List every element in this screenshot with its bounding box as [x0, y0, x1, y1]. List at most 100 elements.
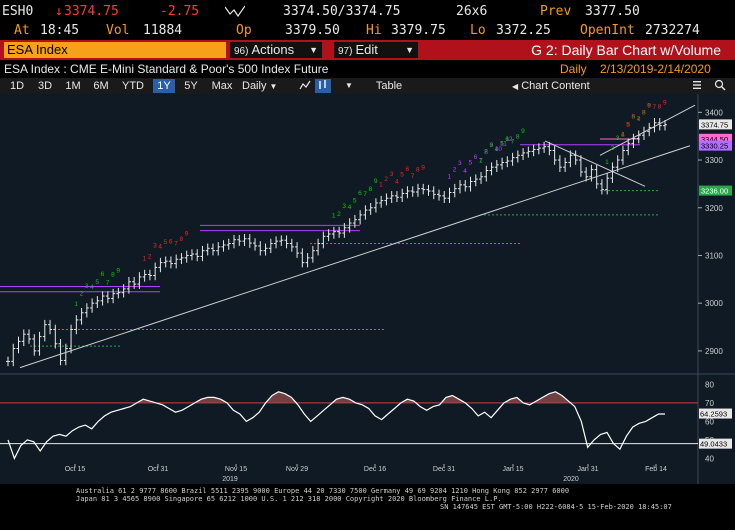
footer-line-2: Japan 81 3 4565 8900 Singapore 65 6212 1… — [76, 495, 502, 503]
x-tick-label: Nov 15 — [225, 466, 247, 473]
td-count-red: 2 — [148, 254, 152, 261]
x-tick-label: Nov 29 — [286, 466, 308, 473]
td-count-green: 3 — [85, 283, 89, 290]
function-header-bar: ESA Index 96) Actions ▼ 97) Edit ▼ G 2: Dail… — [0, 40, 735, 60]
td-count-green: 8 — [111, 272, 115, 279]
chart-panel[interactable]: 34003300320031003000290080706050403374.7… — [0, 94, 735, 484]
chart-toolbar: 1D 3D 1M 6M YTD 1Y 5Y Max Daily ▼ ▼ Table… — [0, 78, 735, 94]
td-count-red: 3 — [153, 242, 157, 249]
td-count-red: 9 — [421, 165, 425, 172]
td-count-green: 5 — [500, 140, 504, 147]
td-count-green: 1 — [74, 301, 78, 308]
vol-label: Vol — [106, 23, 130, 38]
at-label: At — [14, 23, 30, 38]
x-tick-label: Dec 16 — [364, 466, 386, 473]
table-button[interactable]: Table — [372, 79, 406, 93]
td-count-green: 9 — [116, 268, 120, 275]
chart-content-button[interactable]: ◀ Chart Content — [512, 79, 600, 93]
td-count-green: 7 — [106, 279, 110, 286]
chevron-down-icon[interactable]: ▼ — [343, 79, 355, 93]
violet-level-tag: 3330.25 — [701, 142, 728, 151]
x-tick-label: Jan 15 — [502, 466, 523, 473]
open-value: 3379.50 — [285, 23, 340, 38]
td-count-red: 8 — [658, 104, 662, 111]
price-tick-label: 3400 — [705, 108, 723, 117]
actions-menu-label: Actions — [251, 42, 295, 57]
rsi-tick-label: 60 — [705, 417, 714, 426]
frequency-dropdown[interactable]: Daily ▼ — [242, 79, 290, 93]
edit-menu-button[interactable]: 97) Edit ▼ — [334, 42, 418, 58]
settings-icon[interactable] — [690, 79, 704, 93]
time-value: 18:45 — [40, 23, 80, 38]
bar-chart-icon[interactable] — [315, 79, 331, 93]
x-tick-label: Oct 15 — [65, 466, 86, 473]
td-count-green: 2 — [337, 211, 341, 218]
quote-row-1: ESH0 ↓ 3374.75 -2.75 3374.50/3374.75 26x… — [0, 2, 735, 21]
rsi-last-tag: 64.2593 — [700, 410, 727, 419]
td-count-red: 3 — [631, 114, 635, 121]
td-count-green: 9 — [521, 128, 525, 135]
range-6m-button[interactable]: 6M — [90, 79, 112, 93]
td-count-red: 9 — [185, 230, 189, 237]
td-count-purple: 6 — [474, 154, 478, 161]
zoom-icon[interactable] — [712, 79, 728, 93]
td-count-red: 4 — [395, 178, 399, 185]
rsi-tick-label: 80 — [705, 380, 714, 389]
td-count-green: 6 — [505, 136, 509, 143]
td-count-green: 9 — [374, 178, 378, 185]
footer-line-3: SN 147645 EST GMT-5:00 H222-6084-5 15-Fe… — [440, 503, 672, 511]
range-1m-button[interactable]: 1M — [62, 79, 84, 93]
td-count-green: 1 — [479, 158, 483, 165]
td-count-red: 7 — [411, 173, 415, 180]
td-count-green: 4 — [348, 204, 352, 211]
range-1d-button[interactable]: 1D — [6, 79, 28, 93]
td-count-green: 3 — [342, 203, 346, 210]
sparkline-icon — [224, 5, 246, 21]
td-count-red: 6 — [405, 166, 409, 173]
last-price: 3374.75 — [64, 4, 119, 19]
td-count-red: 4 — [158, 244, 162, 251]
price-chart-svg[interactable]: 34003300320031003000290080706050403374.7… — [0, 94, 735, 484]
vol-value: 11884 — [143, 23, 183, 38]
td-count-green: 7 — [511, 139, 515, 146]
footer-contacts: Australia 61 2 9777 8600 Brazil 5511 239… — [0, 484, 735, 530]
range-3d-button[interactable]: 3D — [34, 79, 56, 93]
td-count-red: 2 — [384, 176, 388, 183]
down-arrow-icon: ↓ — [55, 4, 63, 19]
td-count-green: 4 — [495, 146, 499, 153]
td-count-red: 8 — [179, 236, 183, 243]
chevron-down-icon: ▼ — [269, 82, 278, 91]
range-ytd-button[interactable]: YTD — [118, 79, 148, 93]
actions-menu-number: 96) — [234, 46, 249, 57]
td-count-green: 2 — [610, 145, 614, 152]
line-chart-icon[interactable] — [298, 79, 312, 93]
low-label: Lo — [470, 23, 486, 38]
td-count-green: 3 — [490, 142, 494, 149]
td-count-red: 9 — [663, 100, 667, 107]
td-count-green: 8 — [516, 133, 520, 140]
chart-title: G 2: Daily Bar Chart w/Volume — [531, 42, 721, 58]
ticker[interactable]: ESH0 — [2, 4, 33, 19]
period-label[interactable]: Daily — [560, 62, 587, 76]
price-tick-label: 3200 — [705, 204, 723, 213]
rsi-low-tag: 49.0433 — [700, 440, 727, 449]
security-field[interactable]: ESA Index — [4, 42, 226, 58]
range-1y-button[interactable]: 1Y — [153, 79, 175, 93]
security-description: ESA Index : CME E-Mini Standard & Poor's… — [4, 62, 329, 76]
green-level-tag: 3236.00 — [701, 187, 728, 196]
price-tick-label: 3300 — [705, 156, 723, 165]
year-label: 2019 — [222, 476, 238, 483]
footer-line-1: Australia 61 2 9777 8600 Brazil 5511 239… — [76, 487, 570, 495]
year-label: 2020 — [563, 476, 579, 483]
x-tick-label: Oct 31 — [148, 466, 169, 473]
rsi-tick-label: 70 — [705, 399, 714, 408]
bid-ask-size: 26x6 — [456, 4, 488, 19]
range-max-button[interactable]: Max — [208, 79, 236, 93]
date-range[interactable]: 2/13/2019-2/14/2020 — [600, 62, 711, 76]
range-5y-button[interactable]: 5Y — [180, 79, 202, 93]
td-count-red: 7 — [652, 104, 656, 111]
low-value: 3372.25 — [496, 23, 551, 38]
td-count-red: 8 — [416, 167, 420, 174]
bid-ask: 3374.50/3374.75 — [283, 4, 401, 19]
actions-menu-button[interactable]: 96) Actions ▼ — [230, 42, 322, 58]
